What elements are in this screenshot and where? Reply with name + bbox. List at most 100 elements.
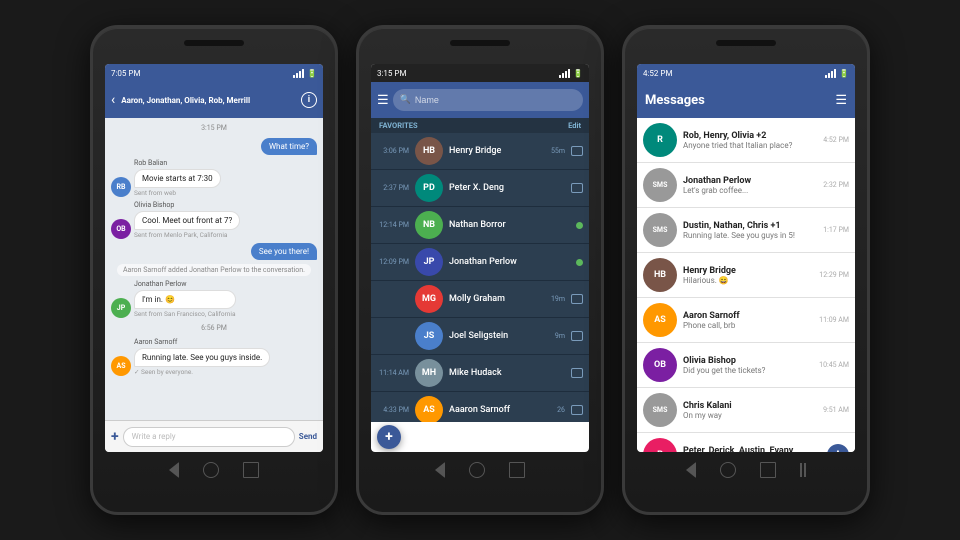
conv-name: Olivia Bishop [683, 356, 813, 366]
msg-indicator [571, 294, 583, 304]
msg-left-aaron: AS Aaron Sarnoff Running late. See you g… [111, 338, 270, 376]
avatar-henry: HB [415, 137, 443, 165]
msg-info-5: Aaron Sarnoff Phone call, brb [683, 311, 813, 330]
contact-nathan-borror[interactable]: 12:14 PM NB Nathan Borror [371, 207, 589, 244]
contact-henry-bridge[interactable]: 3:06 PM HB Henry Bridge 55m [371, 133, 589, 170]
avatar-rob: RB [111, 177, 131, 197]
search-bar[interactable]: 🔍 [393, 89, 583, 111]
msg-info-3: Dustin, Nathan, Chris +1 Running late. S… [683, 221, 817, 240]
contacts-header: ☰ 🔍 [371, 82, 589, 118]
battery-icon: 🔋 [307, 69, 317, 78]
conv-preview: Anyone tried that Italian place? [683, 141, 817, 150]
conv-rob-henry[interactable]: R Rob, Henry, Olivia +2 Anyone tried tha… [637, 118, 855, 163]
edit-button[interactable]: Edit [568, 121, 581, 130]
conv-name: Aaron Sarnoff [683, 311, 813, 321]
battery-icon-2: 🔋 [573, 69, 583, 78]
back-nav-2[interactable] [435, 462, 445, 478]
contact-name: Nathan Borror [449, 220, 570, 230]
msg-indicator [571, 146, 583, 156]
compose-fab[interactable]: + [377, 425, 401, 449]
contact-name: Peter X. Deng [449, 183, 565, 193]
timestamp-2: 6:56 PM [111, 324, 317, 332]
conv-time: 12:29 PM [819, 271, 849, 279]
recent-nav-2[interactable] [509, 462, 525, 478]
avatar-sms-d: SMS [643, 213, 677, 247]
sender-aaron: Aaron Sarnoff [134, 338, 270, 346]
contact-jonathan-perlow[interactable]: 12:09 PM JP Jonathan Perlow [371, 244, 589, 281]
conv-dustin[interactable]: SMS Dustin, Nathan, Chris +1 Running lat… [637, 208, 855, 253]
avatar-sms-ck: SMS [643, 393, 677, 427]
conv-peter-group[interactable]: P Peter, Derick, Austin, Evany cool + [637, 433, 855, 452]
conv-preview: On my way [683, 411, 817, 420]
conv-time: 4:52 PM [823, 136, 849, 144]
msg-indicator [571, 331, 583, 341]
avatar-sms-jp: SMS [643, 168, 677, 202]
meta-jp: Sent from San Francisco, California [134, 310, 236, 318]
info-icon[interactable]: i [301, 92, 317, 108]
conv-olivia[interactable]: OB Olivia Bishop Did you get the tickets… [637, 343, 855, 388]
msg-info-2: Jonathan Perlow Let's grab coffee... [683, 176, 817, 195]
contact-mike-hudack[interactable]: 11:14 AM MH Mike Hudack [371, 355, 589, 392]
contact-aaron-sarnoff[interactable]: 4:33 PM AS Aaaron Sarnoff 26 [371, 392, 589, 422]
chat-screen: 7:05 PM 🔋 ‹ Aaron, Jonathan, Olivia, Rob… [105, 64, 323, 452]
conv-chris[interactable]: SMS Chris Kalani On my way 9:51 AM [637, 388, 855, 433]
conv-name: Chris Kalani [683, 401, 817, 411]
nav-bar-3 [637, 456, 855, 484]
conv-name: Henry Bridge [683, 266, 813, 276]
msg-right-2: See you there! [251, 243, 317, 260]
contacts-screen: 3:15 PM 🔋 ☰ 🔍 FAVORITES Edit 3:06 PM [371, 64, 589, 452]
back-nav[interactable] [169, 462, 179, 478]
conv-jonathan[interactable]: SMS Jonathan Perlow Let's grab coffee...… [637, 163, 855, 208]
msg-left-rob: RB Rob Balian Movie starts at 7:30 Sent … [111, 159, 221, 197]
avatar-peter-group: P [643, 438, 677, 452]
status-bar-2: 3:15 PM 🔋 [371, 64, 589, 82]
back-nav-3[interactable] [686, 462, 696, 478]
status-time-3: 4:52 PM [643, 69, 672, 78]
messages-title: Messages [645, 93, 705, 108]
recent-nav-3[interactable] [760, 462, 776, 478]
msg-indicator [571, 368, 583, 378]
status-time-2: 3:15 PM [377, 69, 406, 78]
messages-screen: 4:52 PM 🔋 Messages ☰ R Rob, Henry, Olivi… [637, 64, 855, 452]
signal-icon-3 [825, 69, 836, 78]
recent-nav[interactable] [243, 462, 259, 478]
home-nav-3[interactable] [720, 462, 736, 478]
meta-aaron: ✓ Seen by everyone. [134, 368, 270, 376]
contact-peter-deng[interactable]: 2:37 PM PD Peter X. Deng [371, 170, 589, 207]
conv-henry[interactable]: HB Henry Bridge Hilarious. 😄 12:29 PM [637, 253, 855, 298]
search-input[interactable] [415, 95, 576, 105]
phone-3: 4:52 PM 🔋 Messages ☰ R Rob, Henry, Olivi… [622, 25, 870, 515]
home-nav-2[interactable] [469, 462, 485, 478]
contact-name: Joel Seligstein [449, 331, 549, 341]
contacts-list-icon[interactable]: ☰ [377, 93, 389, 108]
conv-preview: Let's grab coffee... [683, 186, 817, 195]
favorites-label: FAVORITES [379, 121, 418, 130]
contacts-nav-icon[interactable]: ☰ [835, 93, 847, 108]
signal-icon-2 [559, 69, 570, 78]
menu-nav[interactable] [800, 463, 806, 477]
contact-joel-seligstein[interactable]: JS Joel Seligstein 9m [371, 318, 589, 355]
avatar-aaron: AS [111, 356, 131, 376]
conv-aaron[interactable]: AS Aaron Sarnoff Phone call, brb 11:09 A… [637, 298, 855, 343]
contact-badge: 19m [551, 295, 565, 303]
reply-input[interactable]: Write a reply [123, 427, 295, 447]
add-icon[interactable]: + [111, 429, 119, 445]
back-icon[interactable]: ‹ [111, 92, 115, 108]
status-bar-1: 7:05 PM 🔋 [105, 64, 323, 82]
msg-content-rob: Rob Balian Movie starts at 7:30 Sent fro… [134, 159, 221, 197]
battery-icon-3: 🔋 [839, 69, 849, 78]
contact-molly-graham[interactable]: MG Molly Graham 19m [371, 281, 589, 318]
contact-badge: 26 [557, 406, 565, 414]
avatar-olivia-3: OB [643, 348, 677, 382]
home-nav[interactable] [203, 462, 219, 478]
contact-time: 3:06 PM [377, 147, 409, 155]
avatar-peter: PD [415, 174, 443, 202]
avatar-olivia: OB [111, 219, 131, 239]
msg-info-1: Rob, Henry, Olivia +2 Anyone tried that … [683, 131, 817, 150]
send-button[interactable]: Send [299, 432, 317, 441]
msg-info-7: Chris Kalani On my way [683, 401, 817, 420]
conv-name: Jonathan Perlow [683, 176, 817, 186]
contacts-list: FAVORITES Edit 3:06 PM HB Henry Bridge 5… [371, 118, 589, 422]
reply-fab-inline[interactable]: + [827, 444, 849, 452]
msg-text-jp: I'm in. 😊 [134, 290, 236, 309]
